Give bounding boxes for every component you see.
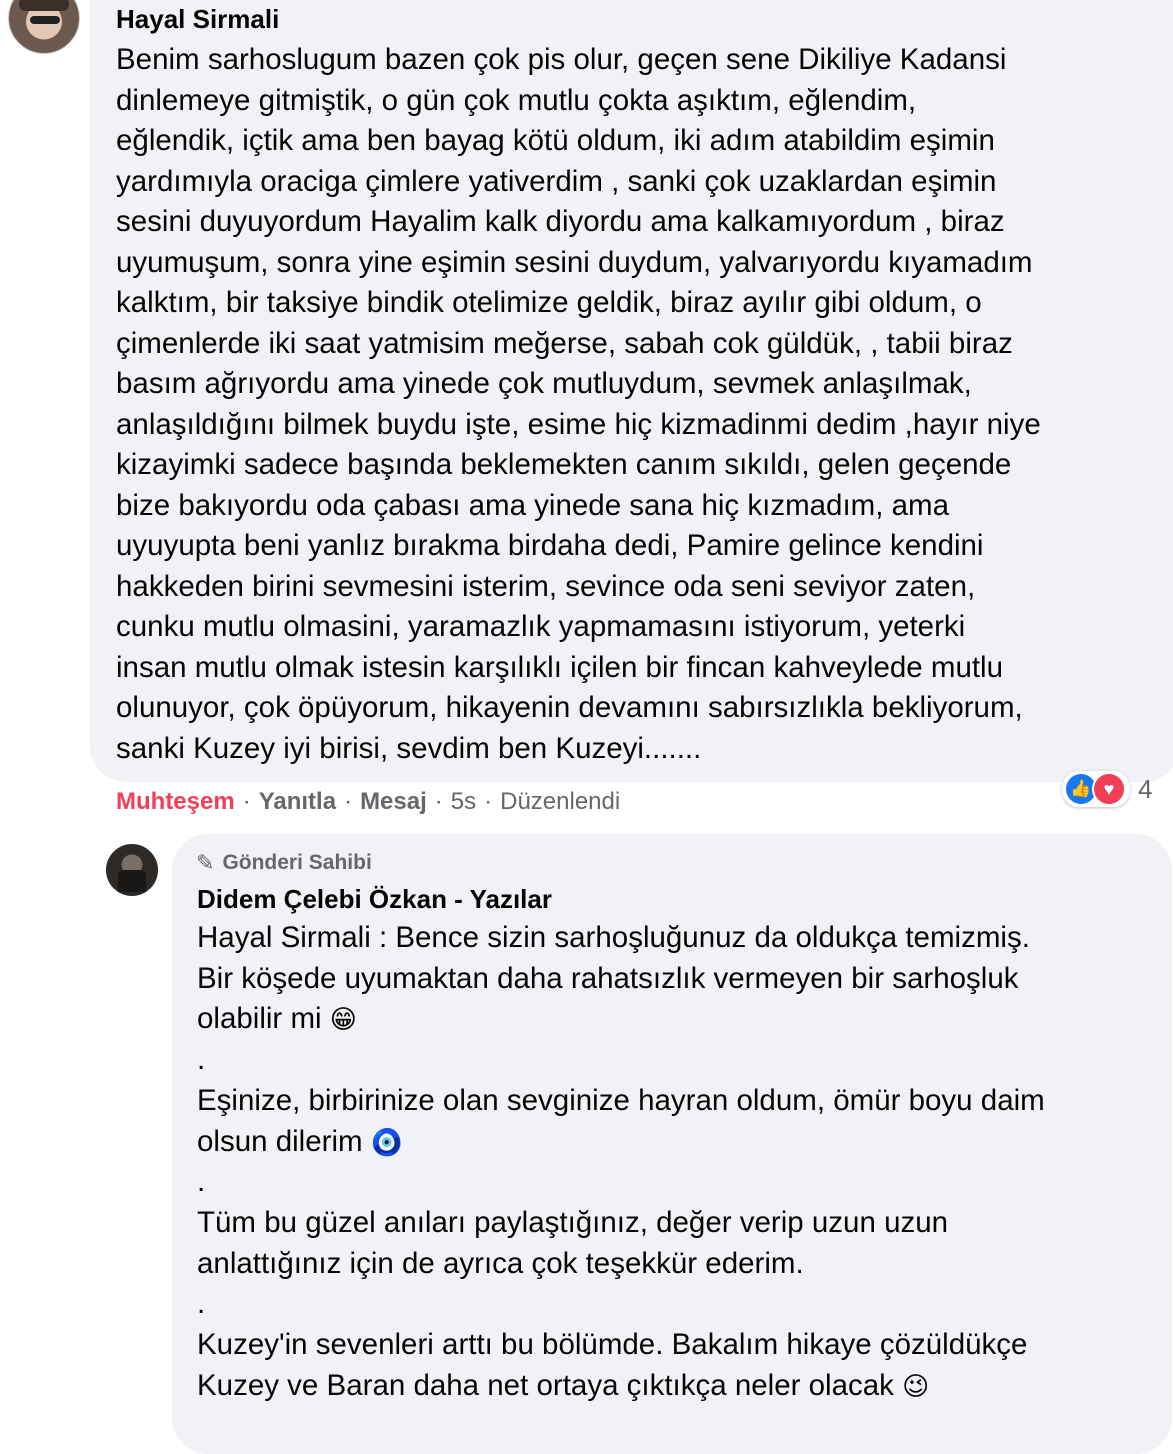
grin-emoji-icon: 😁 (329, 1004, 357, 1035)
reply-text: Hayal Sirmali : Bence sizin sarhoşluğunu… (197, 918, 1157, 1406)
avatar-hayal-sirmali[interactable] (8, 0, 80, 54)
pen-icon: ✎ (196, 850, 215, 875)
badge-label: Gönderi Sahibi (222, 851, 372, 874)
reaction-pill[interactable]: 👍 ♥ (1062, 771, 1130, 807)
separator-dot: · (344, 788, 353, 815)
avatar-hair (19, 0, 69, 11)
avatar-didem-celebi-ozkan[interactable] (106, 844, 158, 896)
comment-actions: Muhteşem · Yanıtla · Mesaj · 5s · Düzenl… (116, 788, 620, 816)
love-icon: ♥ (1092, 772, 1126, 806)
nazar-amulet-emoji-icon: 🧿 (370, 1126, 404, 1157)
reply-text-part: . Tüm bu güzel anıları paylaştığınız, de… (197, 1165, 1028, 1402)
reaction-summary[interactable]: 👍 ♥ 4 (1062, 771, 1153, 807)
reply-text-part: Hayal Sirmali : Bence sizin sarhoşluğunu… (197, 921, 1030, 1036)
separator-dot: · (434, 788, 443, 815)
avatar-figure (118, 870, 146, 892)
message-button[interactable]: Mesaj (360, 788, 427, 816)
author-badge: ✎ Gönderi Sahibi (196, 850, 372, 876)
timestamp[interactable]: 5s (451, 788, 476, 816)
wink-emoji-icon: 😉 (902, 1370, 930, 1401)
comment-author[interactable]: Hayal Sirmali (116, 4, 279, 35)
comment-text: Benim sarhoslugum bazen çok pis olur, ge… (116, 43, 1041, 765)
reaction-button[interactable]: Muhteşem (116, 788, 235, 816)
reaction-count: 4 (1138, 773, 1153, 804)
separator-dot: · (242, 788, 251, 815)
avatar-glasses (30, 16, 60, 24)
separator-dot: · (484, 788, 493, 815)
reply-author[interactable]: Didem Çelebi Özkan - Yazılar (197, 884, 552, 915)
edited-label[interactable]: Düzenlendi (500, 788, 620, 816)
reply-button[interactable]: Yanıtla (259, 788, 336, 816)
reply-text-part: . Eşinize, birbirinize olan sevginize ha… (197, 1043, 1045, 1158)
